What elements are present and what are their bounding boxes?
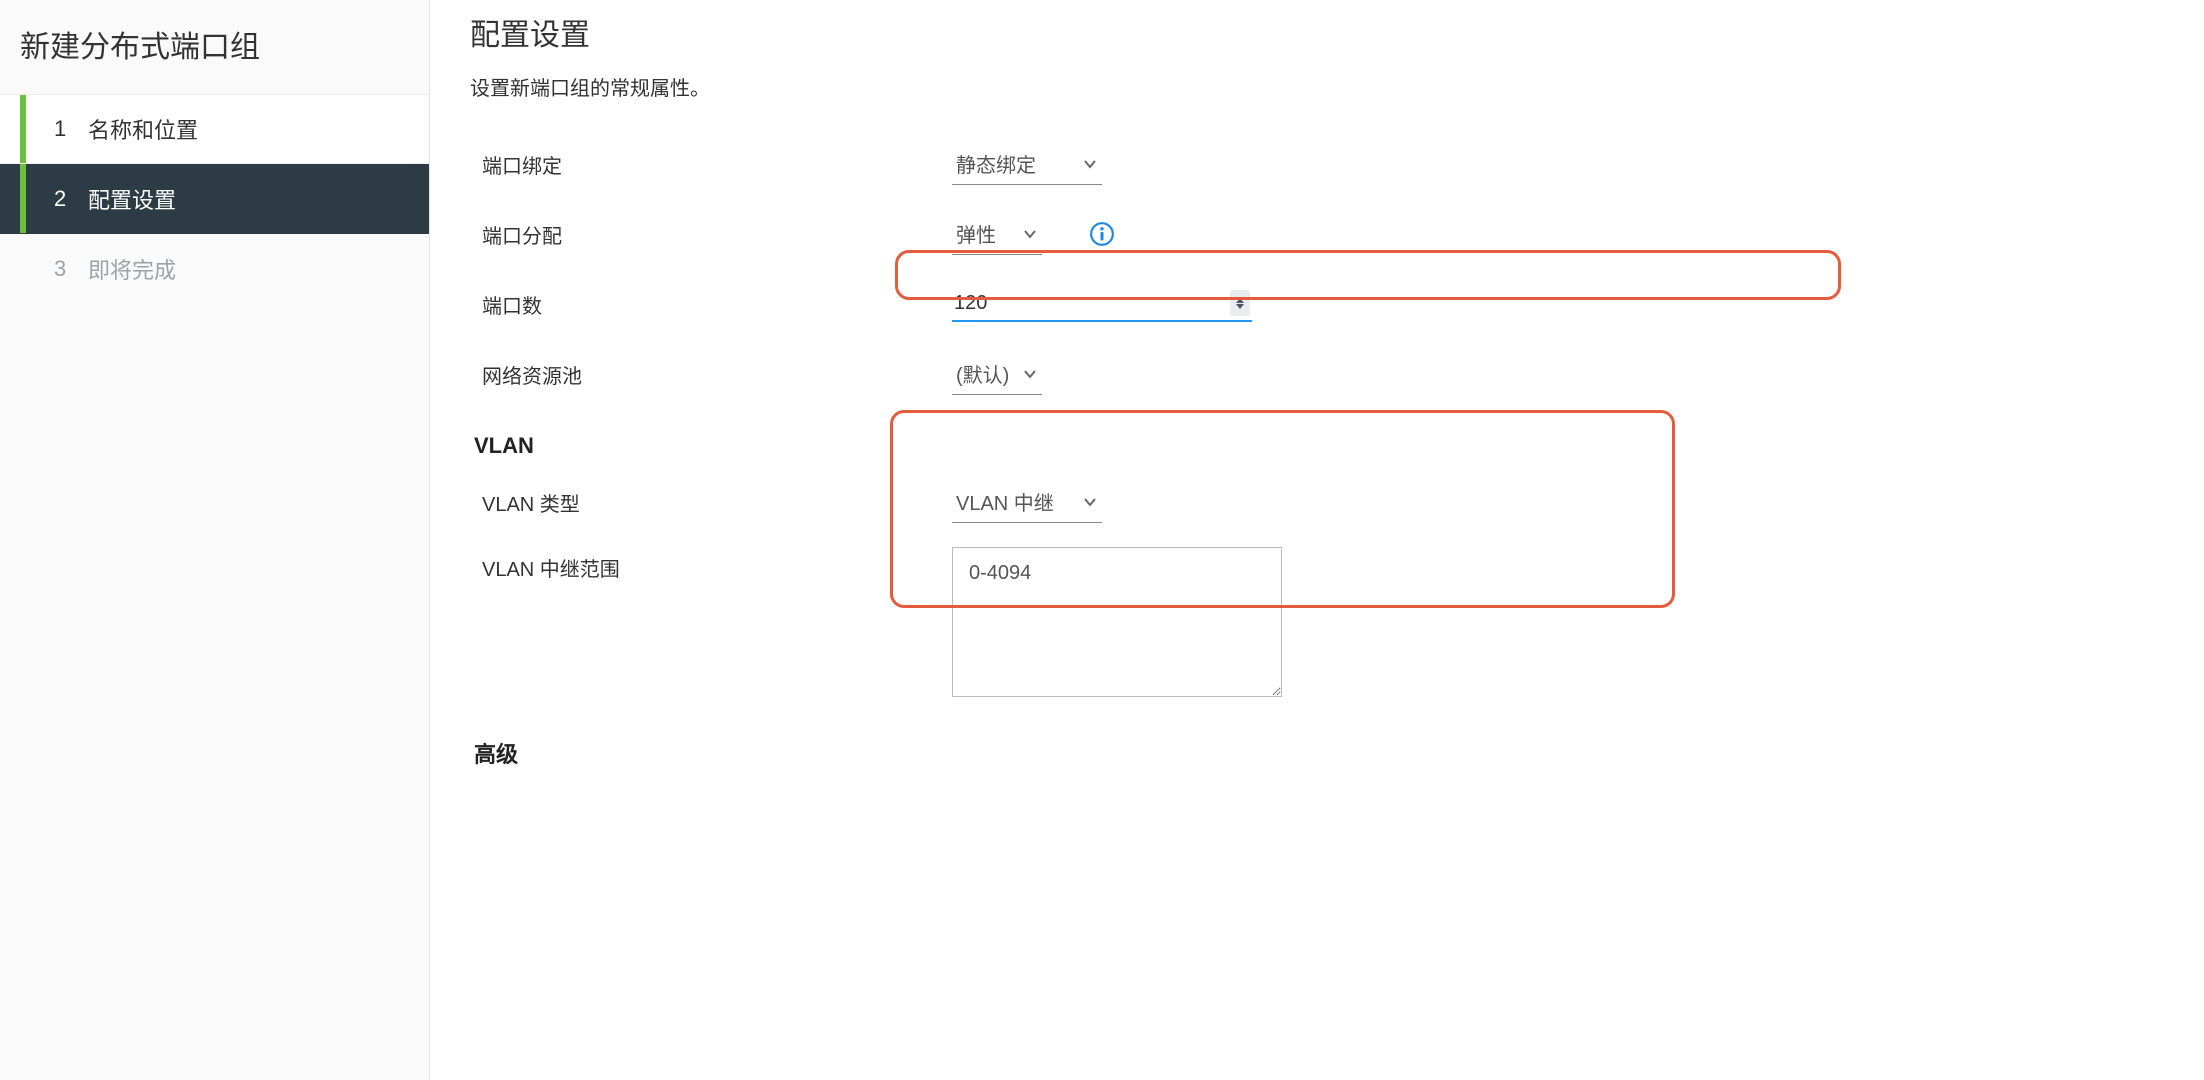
chevron-down-icon: [1082, 156, 1098, 172]
resource-pool-select[interactable]: (默认): [952, 353, 1042, 395]
wizard-step-name-location[interactable]: 1 名称和位置: [0, 94, 429, 164]
vlan-type-value: VLAN 中继: [956, 487, 1054, 516]
page-subtitle: 设置新端口组的常规属性。: [470, 62, 2164, 129]
info-icon[interactable]: [1088, 220, 1116, 248]
wizard-sidebar: 新建分布式端口组 1 名称和位置 2 配置设置 3 即将完成: [0, 0, 430, 1080]
section-advanced-head: 高级: [470, 697, 2164, 777]
port-binding-value: 静态绑定: [956, 149, 1036, 178]
row-vlan-type: VLAN 类型 VLAN 中继: [470, 467, 2164, 537]
label-vlan-range: VLAN 中继范围: [482, 547, 952, 582]
wizard-panel: 配置设置 设置新端口组的常规属性。 端口绑定 静态绑定 端口分配 弹性: [430, 0, 2204, 1080]
label-port-binding: 端口绑定: [482, 150, 952, 179]
wizard-step-num: 3: [54, 256, 80, 282]
stepper-down-icon: [1236, 304, 1244, 309]
wizard-title: 新建分布式端口组: [0, 12, 429, 94]
label-port-alloc: 端口分配: [482, 220, 952, 249]
stepper-up-icon: [1236, 298, 1244, 303]
row-port-binding: 端口绑定 静态绑定: [470, 129, 2164, 199]
port-binding-select[interactable]: 静态绑定: [952, 143, 1102, 185]
vlan-range-textarea[interactable]: [952, 547, 1282, 697]
port-count-stepper[interactable]: [1230, 290, 1250, 316]
vlan-type-select[interactable]: VLAN 中继: [952, 481, 1102, 523]
wizard-step-label: 即将完成: [88, 253, 176, 285]
row-port-count: 端口数: [470, 269, 2164, 339]
label-vlan-type: VLAN 类型: [482, 488, 952, 517]
wizard-step-num: 1: [54, 116, 80, 142]
wizard-step-num: 2: [54, 186, 80, 212]
page-title: 配置设置: [470, 0, 2164, 62]
section-vlan-head: VLAN: [470, 409, 2164, 467]
port-alloc-value: 弹性: [956, 219, 996, 248]
port-count-field[interactable]: [952, 286, 1252, 322]
wizard-step-label: 配置设置: [88, 183, 176, 215]
label-resource-pool: 网络资源池: [482, 360, 952, 389]
wizard-step-ready: 3 即将完成: [0, 234, 429, 304]
chevron-down-icon: [1082, 494, 1098, 510]
chevron-down-icon: [1022, 226, 1038, 242]
label-port-count: 端口数: [482, 290, 952, 319]
port-count-input[interactable]: [954, 292, 1230, 315]
wizard-step-configure[interactable]: 2 配置设置: [0, 164, 429, 234]
port-alloc-select[interactable]: 弹性: [952, 213, 1042, 255]
resource-pool-value: (默认): [956, 359, 1009, 388]
row-vlan-range: VLAN 中继范围: [470, 537, 2164, 697]
row-resource-pool: 网络资源池 (默认): [470, 339, 2164, 409]
wizard-step-label: 名称和位置: [88, 113, 198, 145]
chevron-down-icon: [1022, 366, 1038, 382]
row-port-alloc: 端口分配 弹性: [470, 199, 2164, 269]
